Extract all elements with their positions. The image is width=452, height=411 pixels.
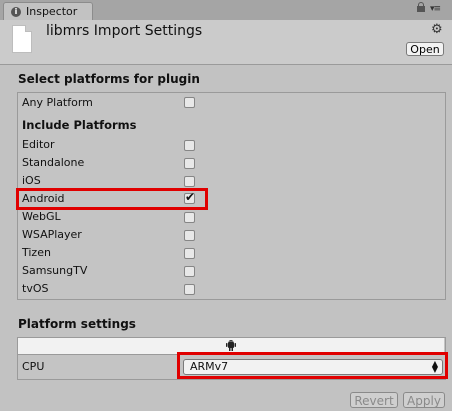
info-icon: i [11, 7, 21, 17]
tab-inspector-label: Inspector [26, 5, 78, 18]
page-title: libmrs Import Settings [46, 23, 203, 39]
platform-checkbox-ios[interactable] [184, 176, 195, 187]
platform-label-tizen: Tizen [22, 246, 51, 259]
lock-icon[interactable] [417, 2, 425, 12]
any-platform-label: Any Platform [22, 96, 93, 109]
platform-label-samsungtv: SamsungTV [22, 264, 88, 277]
gear-icon[interactable]: ⚙ [431, 22, 443, 37]
any-platform-checkbox[interactable] [184, 97, 195, 108]
revert-button[interactable]: Revert [350, 392, 398, 408]
platform-checkbox-webgl[interactable] [184, 212, 195, 223]
platform-checkbox-editor[interactable] [184, 140, 195, 151]
platform-label-tvos: tvOS [22, 282, 49, 295]
platform-label-ios: iOS [22, 174, 41, 187]
include-platforms-title: Include Platforms [22, 118, 137, 132]
tab-inspector[interactable]: i Inspector [3, 2, 93, 21]
select-platforms-title: Select platforms for plugin [18, 72, 200, 86]
platform-checkbox-tizen[interactable] [184, 248, 195, 259]
file-icon [12, 25, 32, 53]
platform-label-standalone: Standalone [22, 156, 85, 169]
platform-checkbox-samsungtv[interactable] [184, 266, 195, 277]
platform-checkbox-tvos[interactable] [184, 284, 195, 295]
tab-menu-icon[interactable]: ▾≡ [430, 4, 441, 14]
apply-button[interactable]: Apply [403, 392, 445, 408]
android-row-highlight [16, 188, 208, 210]
header-divider [0, 64, 452, 65]
platform-checkbox-standalone[interactable] [184, 158, 195, 169]
platform-label-editor: Editor [22, 138, 55, 151]
cpu-select-highlight [177, 352, 448, 379]
platform-label-wsaplayer: WSAPlayer [22, 228, 82, 241]
platform-settings-title: Platform settings [18, 317, 136, 331]
open-button[interactable]: Open [406, 42, 444, 56]
platform-label-webgl: WebGL [22, 210, 61, 223]
android-icon[interactable] [226, 339, 236, 351]
platform-checkbox-wsaplayer[interactable] [184, 230, 195, 241]
cpu-label: CPU [22, 360, 45, 373]
